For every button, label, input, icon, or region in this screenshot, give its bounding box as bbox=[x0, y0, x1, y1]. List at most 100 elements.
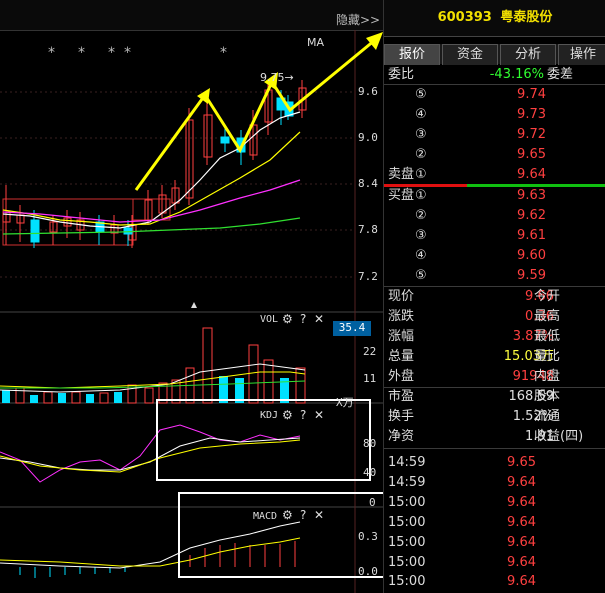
buy-level-3[interactable]: ③ 9.61 bbox=[384, 226, 605, 246]
stock-header: 600393 粤泰股份 bbox=[384, 0, 605, 37]
svg-text:*: * bbox=[48, 45, 55, 61]
quote-label2: 最低 bbox=[534, 329, 561, 344]
buy-price: 9.61 bbox=[517, 228, 546, 243]
vol-unit-label: X万 bbox=[336, 396, 354, 409]
tick-time: 15:00 bbox=[388, 495, 426, 510]
divider bbox=[384, 448, 605, 449]
macd-settings-icon[interactable]: ⚙ bbox=[282, 508, 293, 522]
buy-level-2[interactable]: ② 9.62 bbox=[384, 206, 605, 226]
sell-level-4[interactable]: ④ 9.73 bbox=[384, 105, 605, 125]
quote-label2: 今开 bbox=[534, 289, 561, 304]
high-price-callout: 9.75→ bbox=[260, 71, 294, 84]
quote-label: 涨跌 bbox=[388, 309, 415, 324]
weibi-label: 委比 bbox=[388, 67, 415, 82]
vol-axis-label: 22 bbox=[363, 345, 377, 358]
quote-label: 总量 bbox=[388, 349, 415, 364]
weibi-value: -43.16% bbox=[489, 67, 544, 82]
svg-text:*: * bbox=[220, 45, 227, 61]
sell-price: 9.74 bbox=[517, 87, 546, 102]
svg-text:*: * bbox=[108, 45, 115, 61]
quote-label2: 内盘 bbox=[534, 369, 561, 384]
macd-close-icon[interactable]: ✕ bbox=[314, 508, 324, 522]
quote-row-pct: 涨幅 3.87% 最低 bbox=[384, 327, 605, 347]
quote-panel: 600393 粤泰股份 报价 资金 分析 操作 委比 -43.16% 委差 ⑤ … bbox=[383, 0, 605, 593]
tick-price: 9.64 bbox=[507, 555, 536, 570]
sell-level-3[interactable]: ③ 9.72 bbox=[384, 125, 605, 145]
quote-label2: 量比 bbox=[534, 349, 561, 364]
macd-help-icon[interactable]: ? bbox=[300, 508, 306, 522]
kdj-axis-label: 40 bbox=[363, 466, 377, 479]
buy-price: 9.60 bbox=[517, 248, 546, 263]
vol-current-value: 35.4 bbox=[333, 321, 371, 336]
tick-time: 14:59 bbox=[388, 455, 426, 470]
level-index: ① bbox=[415, 167, 427, 182]
level-index: ⑤ bbox=[415, 268, 427, 283]
sell-price: 9.65 bbox=[517, 147, 546, 162]
vol-indicator-label: VOL bbox=[260, 314, 279, 325]
price-axis-label: 9.0 bbox=[358, 131, 378, 144]
level-index: ④ bbox=[415, 248, 427, 263]
buy-price: 9.63 bbox=[517, 188, 546, 203]
quote-row-netasset: 净资 1.91 收益(四) bbox=[384, 427, 605, 447]
macd-axis-label: 0.0 bbox=[358, 565, 378, 578]
quote-row-volume: 总量 15.03万 量比 bbox=[384, 347, 605, 367]
tick-row: 15:00 9.64 bbox=[384, 572, 605, 592]
tick-price: 9.64 bbox=[507, 475, 536, 490]
tick-row: 15:00 9.64 bbox=[384, 513, 605, 533]
tick-price: 9.64 bbox=[507, 495, 536, 510]
vol-axis-label: 11 bbox=[363, 372, 377, 385]
buy-price: 9.62 bbox=[517, 208, 546, 223]
macd-axis-label: 0.3 bbox=[358, 530, 378, 543]
quote-label: 现价 bbox=[388, 289, 415, 304]
tick-price: 9.64 bbox=[507, 515, 536, 530]
tick-time: 15:00 bbox=[388, 555, 426, 570]
vol-close-icon[interactable]: ✕ bbox=[314, 312, 324, 326]
macd-axis-label: 0 bbox=[369, 496, 376, 509]
tick-price: 9.64 bbox=[507, 535, 536, 550]
chart-canvas: * * * * * bbox=[0, 30, 383, 593]
sell-label: 卖盘 bbox=[388, 167, 415, 182]
level-index: ③ bbox=[415, 228, 427, 243]
tick-price: 9.65 bbox=[507, 455, 536, 470]
quote-row-pe: 市盈 168.59 股本 bbox=[384, 387, 605, 407]
vol-settings-icon[interactable]: ⚙ bbox=[282, 312, 293, 326]
kline-chart-area[interactable]: 隐藏>> * * * * * MA 9.75→ 9.6 9.0 8.4 7.8 … bbox=[0, 0, 383, 593]
svg-text:*: * bbox=[124, 45, 131, 61]
kdj-help-icon[interactable]: ? bbox=[300, 408, 306, 422]
tick-time: 14:59 bbox=[388, 475, 426, 490]
price-axis-label: 7.8 bbox=[358, 223, 378, 236]
sell-level-1[interactable]: 卖盘 ① 9.64 bbox=[384, 165, 605, 185]
price-axis-label: 7.2 bbox=[358, 270, 378, 283]
tick-row: 15:00 9.64 bbox=[384, 553, 605, 573]
weibi-row: 委比 -43.16% 委差 bbox=[384, 65, 605, 85]
kdj-settings-icon[interactable]: ⚙ bbox=[282, 408, 293, 422]
buy-price: 9.59 bbox=[517, 268, 546, 283]
kdj-close-icon[interactable]: ✕ bbox=[314, 408, 324, 422]
quote-label2: 股本 bbox=[534, 389, 561, 404]
quote-tabs: 报价 资金 分析 操作 bbox=[384, 44, 605, 65]
buy-label: 买盘 bbox=[388, 188, 415, 203]
quote-row-outer: 外盘 91948 内盘 bbox=[384, 367, 605, 387]
buy-level-1[interactable]: 买盘 ① 9.63 bbox=[384, 186, 605, 206]
quote-label: 外盘 bbox=[388, 369, 415, 384]
level-index: ① bbox=[415, 188, 427, 203]
tick-time: 15:00 bbox=[388, 535, 426, 550]
tab-funds[interactable]: 资金 bbox=[442, 44, 498, 65]
quote-label: 净资 bbox=[388, 429, 415, 444]
tab-analysis[interactable]: 分析 bbox=[500, 44, 556, 65]
quote-label: 涨幅 bbox=[388, 329, 415, 344]
vol-help-icon[interactable]: ? bbox=[300, 312, 306, 326]
buy-level-4[interactable]: ④ 9.60 bbox=[384, 246, 605, 266]
buy-level-5[interactable]: ⑤ 9.59 bbox=[384, 266, 605, 286]
sell-level-5[interactable]: ⑤ 9.74 bbox=[384, 85, 605, 105]
macd-indicator-label: MACD bbox=[253, 511, 278, 522]
quote-label2: 收益(四) bbox=[534, 429, 584, 444]
sell-level-2[interactable]: ② 9.65 bbox=[384, 145, 605, 165]
quote-row-price: 现价 9.66 今开 bbox=[384, 287, 605, 307]
tick-row: 15:00 9.64 bbox=[384, 493, 605, 513]
tab-quote[interactable]: 报价 bbox=[384, 44, 440, 65]
svg-text:*: * bbox=[78, 45, 85, 61]
quote-row-change: 涨跌 0.36 最高 bbox=[384, 307, 605, 327]
tab-operation[interactable]: 操作 bbox=[558, 44, 605, 65]
price-axis-label: 8.4 bbox=[358, 177, 378, 190]
